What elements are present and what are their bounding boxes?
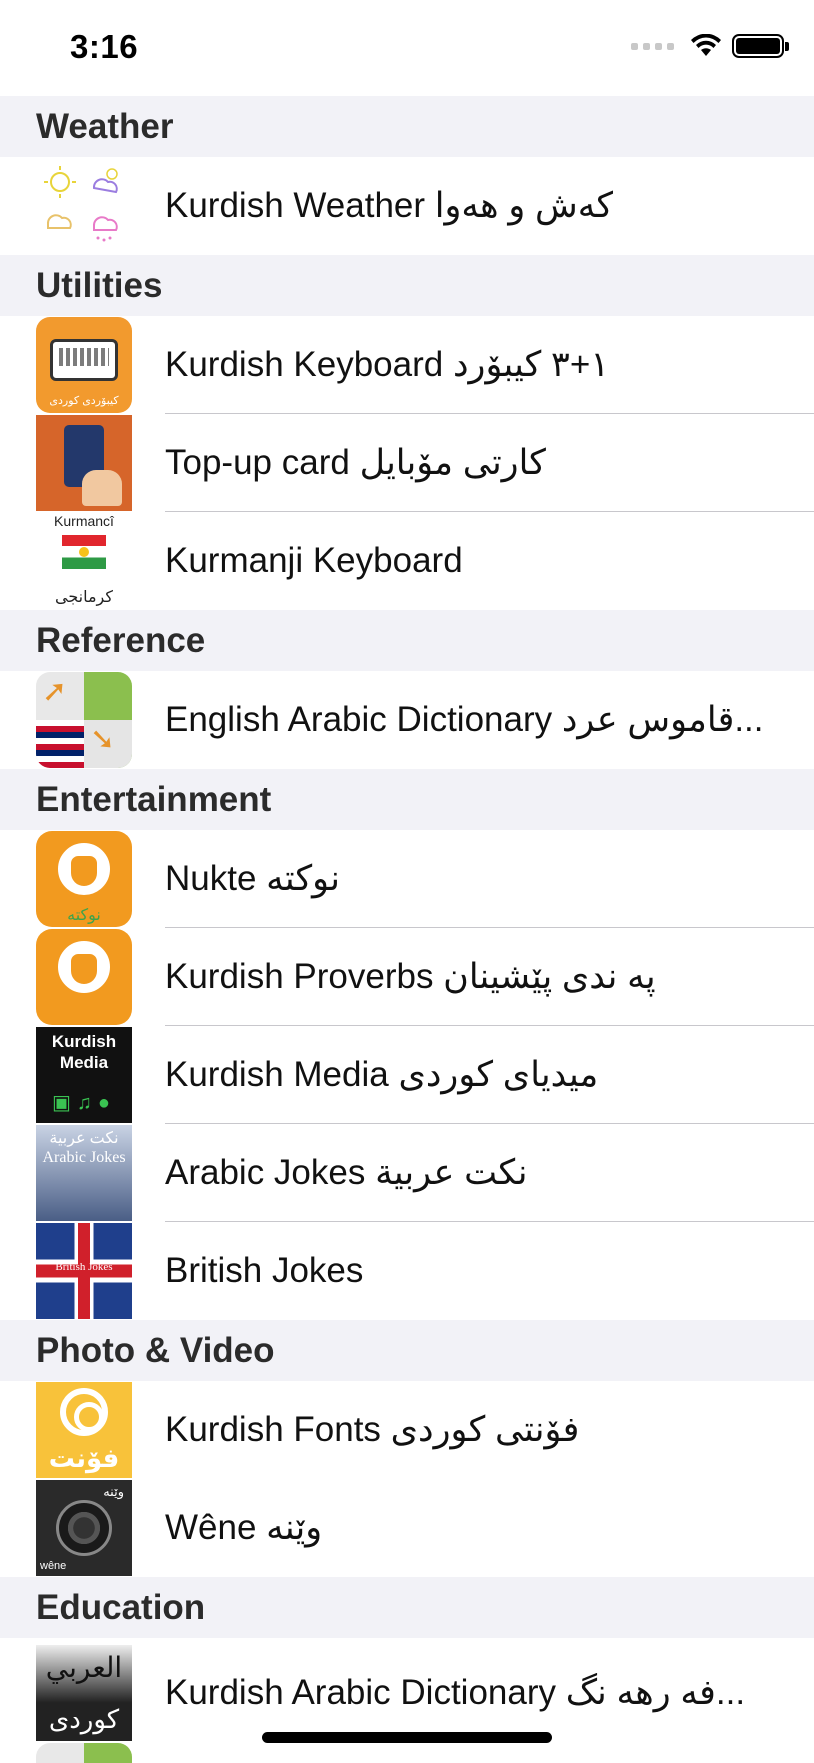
dictionary-app-icon (36, 1743, 132, 1763)
app-title: Kurdish Media میدیای کوردی (165, 1055, 599, 1094)
list-item[interactable]: Kurmancî کرمانجی Kurmanji Keyboard (0, 512, 814, 610)
kurdistan-flag-icon (62, 535, 106, 569)
app-title: Top-up card کارتی مۆبایل (165, 443, 546, 482)
app-title: Kurdish Keyboard ١+٣ کیبۆرد (165, 345, 610, 384)
wene-camera-app-icon: وێنە wêne (36, 1480, 132, 1576)
list-item[interactable]: Top-up card کارتی مۆبایل (0, 414, 814, 512)
app-title: Kurdish Proverbs پە ندی پێشینان (165, 957, 656, 996)
section-header-weather: Weather (0, 96, 814, 157)
app-title: Arabic Jokes نكت عربية (165, 1153, 528, 1192)
app-title: English Arabic Dictionary قاموس عرد... (165, 700, 764, 739)
list-item[interactable]: کیبۆردی کوردی Kurdish Keyboard ١+٣ کیبۆر… (0, 316, 814, 414)
list-item[interactable]: نوکتە Nukte نوکتە (0, 830, 814, 928)
app-list: Weather Kurdish Weather کەش و هەوا Utili… (0, 96, 814, 1763)
app-title: British Jokes (165, 1251, 364, 1290)
nukte-app-icon: نوکتە (36, 831, 132, 927)
battery-icon (732, 34, 789, 58)
list-item[interactable]: British Jokes British Jokes (0, 1222, 814, 1320)
fonts-app-icon: فۆنت (36, 1382, 132, 1478)
app-title: Kurdish Weather کەش و هەوا (165, 186, 614, 225)
list-item[interactable]: العربي کوردی Kurdish Arabic Dictionary ف… (0, 1644, 814, 1742)
list-item[interactable]: ➚ ➘ English Arabic Dictionary قاموس عرد..… (0, 671, 814, 769)
keyboard-app-icon: کیبۆردی کوردی (36, 317, 132, 413)
app-title: Wêne وێنە (165, 1508, 323, 1547)
app-title: Kurdish Arabic Dictionary فە رهە نگ... (165, 1673, 746, 1712)
list-item[interactable] (0, 1742, 814, 1763)
app-title: Nukte نوکتە (165, 859, 340, 898)
proverbs-app-icon (36, 929, 132, 1025)
weather-app-icon (36, 158, 132, 254)
list-item[interactable]: Kurdish Proverbs پە ندی پێشینان (0, 928, 814, 1026)
list-item[interactable]: نكت عربية Arabic Jokes Arabic Jokes نكت … (0, 1124, 814, 1222)
topup-card-app-icon (36, 415, 132, 511)
kurdish-arabic-dictionary-app-icon: العربي کوردی (36, 1645, 132, 1741)
list-item[interactable]: Kurdish Weather کەش و هەوا (0, 157, 814, 255)
dictionary-app-icon: ➚ ➘ (36, 672, 132, 768)
status-bar: 3:16 (0, 0, 814, 96)
section-header-photo-video: Photo & Video (0, 1320, 814, 1381)
british-jokes-app-icon: British Jokes (36, 1223, 132, 1319)
wifi-icon (691, 34, 721, 56)
list-item[interactable]: Kurdish Media ▣♫● Kurdish Media میدیای ک… (0, 1026, 814, 1124)
list-item[interactable]: فۆنت Kurdish Fonts فۆنتی کوردی (0, 1381, 814, 1479)
status-time: 3:16 (70, 28, 139, 65)
arabic-jokes-app-icon: نكت عربية Arabic Jokes (36, 1125, 132, 1221)
section-header-entertainment: Entertainment (0, 769, 814, 830)
media-app-icon: Kurdish Media ▣♫● (36, 1027, 132, 1123)
section-header-utilities: Utilities (0, 255, 814, 316)
app-title: Kurmanji Keyboard (165, 541, 463, 580)
app-title: Kurdish Fonts فۆنتی کوردی (165, 1410, 580, 1449)
home-indicator[interactable] (262, 1732, 552, 1743)
cellular-signal-icon (631, 42, 674, 50)
kurmanci-app-icon: Kurmancî کرمانجی (36, 513, 132, 609)
section-header-education: Education (0, 1577, 814, 1638)
list-item[interactable]: وێنە wêne Wêne وێنە (0, 1479, 814, 1577)
section-header-reference: Reference (0, 610, 814, 671)
status-indicators (631, 34, 789, 58)
